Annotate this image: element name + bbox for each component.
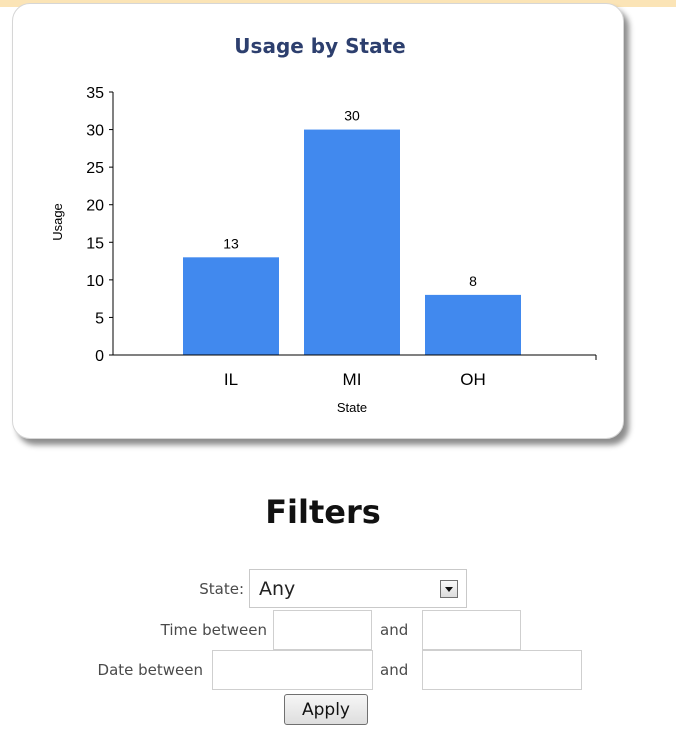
bar-mi	[304, 129, 400, 355]
state-select[interactable]: Any	[249, 569, 467, 608]
y-tick-label-15: 15	[86, 235, 104, 252]
x-tick-label-il: IL	[224, 370, 238, 389]
date-from-input[interactable]	[212, 650, 373, 690]
x-tick-label-mi: MI	[343, 370, 362, 389]
state-select-value: Any	[259, 578, 296, 600]
filters-heading: Filters	[265, 493, 381, 531]
x-tick-label-oh: OH	[460, 370, 486, 389]
y-axis-title: Usage	[50, 203, 65, 241]
date-to-input[interactable]	[422, 650, 582, 690]
data-label-mi: 30	[344, 108, 360, 124]
y-tick-label-0: 0	[95, 348, 104, 365]
data-label-il: 13	[223, 235, 239, 251]
bar-oh	[425, 294, 521, 355]
time-from-input[interactable]	[273, 610, 372, 650]
y-tick-label-30: 30	[86, 123, 104, 140]
chevron-down-icon[interactable]	[440, 580, 458, 598]
time-to-input[interactable]	[422, 610, 521, 650]
state-label: State:	[199, 580, 244, 598]
date-and-label: and	[380, 661, 409, 679]
time-and-label: and	[380, 621, 409, 639]
y-tick-label-5: 5	[95, 310, 104, 327]
data-label-oh: 8	[469, 273, 477, 289]
apply-button[interactable]: Apply	[284, 694, 368, 725]
y-tick-label-35: 35	[86, 85, 104, 102]
x-axis-title: State	[337, 400, 367, 415]
y-tick-label-25: 25	[86, 160, 104, 177]
date-between-label: Date between	[97, 661, 203, 679]
y-tick-label-10: 10	[86, 273, 104, 290]
y-tick-label-20: 20	[86, 198, 104, 215]
bar-il	[183, 257, 279, 355]
time-between-label: Time between	[160, 621, 267, 639]
